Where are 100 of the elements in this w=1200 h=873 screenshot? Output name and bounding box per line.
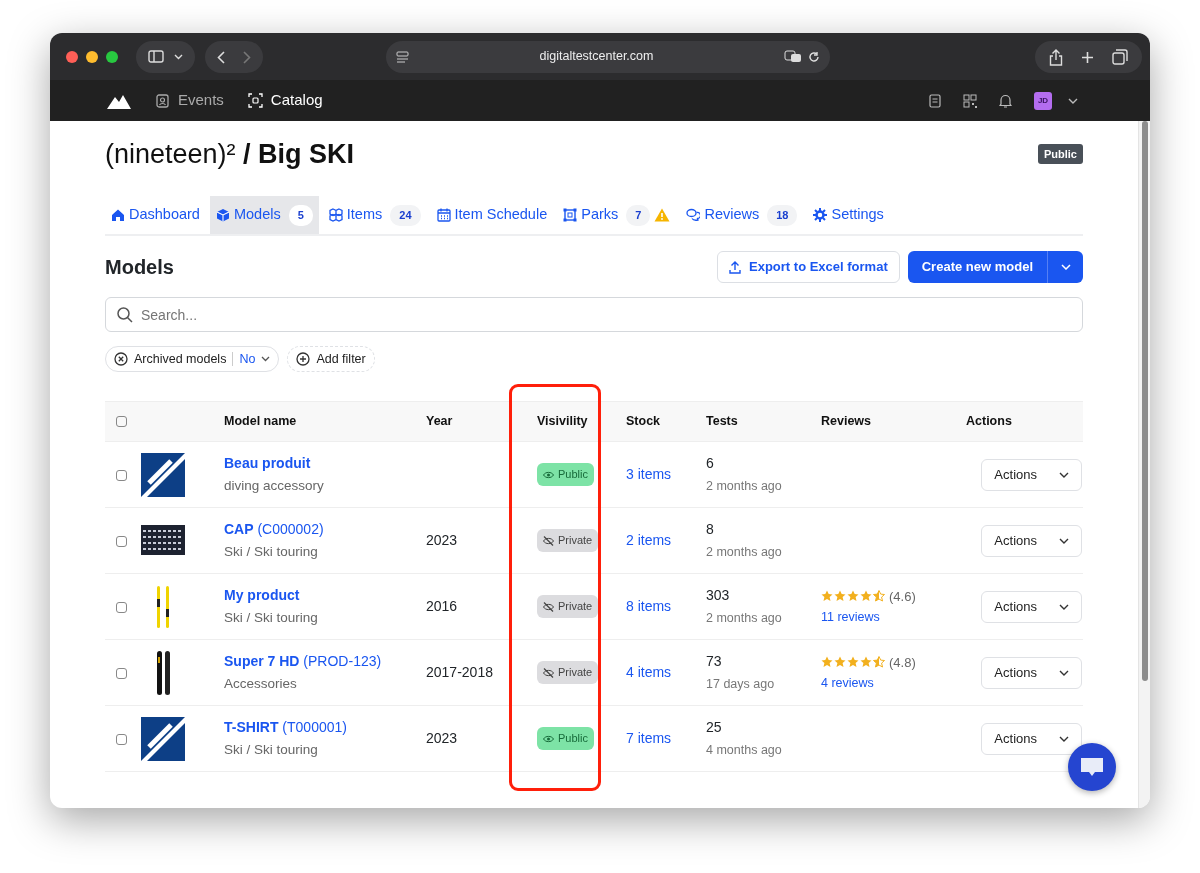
model-category: diving accessory: [224, 477, 325, 495]
actions-button[interactable]: Actions: [981, 722, 1082, 755]
column-header: Visivility: [537, 414, 588, 429]
nav-link[interactable]: Events: [155, 89, 224, 112]
tests-date: 4 months ago: [706, 742, 783, 760]
add-filter-button[interactable]: Add filter: [287, 346, 375, 373]
tests-date: 17 days ago: [706, 676, 776, 694]
close-icon: [114, 352, 128, 367]
window-control-button[interactable]: [66, 50, 78, 63]
sidebar-icon: [148, 50, 164, 63]
cubes-icon: [328, 208, 343, 223]
visibility-badge: Public: [537, 463, 594, 486]
nav-link[interactable]: Catalog: [247, 89, 323, 112]
section-title: Models: [105, 255, 174, 280]
eye-slash-icon: [543, 601, 554, 612]
row-checkbox[interactable]: [116, 469, 127, 481]
search-field[interactable]: Search...: [105, 297, 1083, 333]
model-link[interactable]: CAP: [224, 521, 254, 537]
chevron-down-icon: [1059, 669, 1069, 676]
scrollbar[interactable]: [1138, 121, 1150, 808]
stock-link[interactable]: 2 items: [626, 532, 672, 549]
rating-value: (4.6): [889, 587, 916, 606]
visibility-badge: Public: [1038, 143, 1083, 165]
tests-count: 6: [706, 454, 715, 474]
rating-value: (4.8): [889, 653, 916, 672]
model-link[interactable]: Beau produit: [224, 455, 311, 471]
visibility-badge: Private: [537, 529, 599, 552]
row-checkbox[interactable]: [116, 733, 127, 745]
visibility-badge: Private: [537, 661, 599, 684]
reviews-link[interactable]: 4 reviews: [821, 674, 945, 693]
tab[interactable]: Item Schedule: [430, 196, 554, 235]
window-control-button[interactable]: [106, 50, 118, 63]
plus-circle-icon: [296, 352, 311, 367]
chevron-down-icon: [1059, 603, 1069, 610]
chat-button[interactable]: [1068, 743, 1116, 791]
chevron-left-icon: [217, 50, 225, 64]
model-link[interactable]: T-SHIRT: [224, 719, 279, 735]
year-text: 2016: [426, 598, 458, 615]
actions-button[interactable]: Actions: [981, 458, 1082, 491]
count-badge: 24: [390, 205, 421, 226]
vector-square-icon: [563, 208, 578, 223]
account-menu[interactable]: JD: [1034, 91, 1078, 110]
row-checkbox[interactable]: [116, 535, 127, 547]
tests-date: 2 months ago: [706, 544, 783, 562]
actions-button[interactable]: Actions: [981, 656, 1082, 689]
share-icon: [1049, 48, 1063, 66]
chat-icon: [1079, 756, 1105, 778]
visibility-badge: Private: [537, 595, 599, 618]
year-text: 2017-2018: [426, 664, 493, 681]
count-badge: 5: [288, 205, 313, 226]
sidebar-toggle-button[interactable]: [136, 40, 195, 73]
eye-icon: [543, 470, 554, 479]
model-category: Ski / Ski touring: [224, 741, 319, 759]
eye-slash-icon: [543, 667, 554, 678]
stock-link[interactable]: 4 items: [626, 664, 672, 681]
address-bar[interactable]: digitaltestcenter.com: [386, 40, 830, 73]
stock-link[interactable]: 7 items: [626, 730, 672, 747]
model-link[interactable]: My product: [224, 587, 300, 603]
chevron-down-icon: [1059, 735, 1069, 742]
tests-count: 303: [706, 586, 731, 606]
visibility-badge: Public: [537, 727, 594, 750]
stock-link[interactable]: 8 items: [626, 598, 672, 615]
chevron-down-icon: [261, 356, 271, 363]
tabs-icon: [1112, 49, 1128, 66]
actions-button[interactable]: Actions: [981, 524, 1082, 557]
avatar: JD: [1034, 91, 1052, 110]
qr-code-icon: [963, 94, 977, 109]
reviews-link[interactable]: 11 reviews: [821, 608, 945, 627]
column-header: Actions: [966, 414, 1012, 429]
column-header: Year: [426, 414, 453, 429]
tab[interactable]: Dashboard: [105, 196, 206, 235]
chevron-down-icon: [1059, 471, 1069, 478]
person-badge-icon: [155, 93, 170, 108]
tab[interactable]: Reviews 18: [680, 196, 804, 235]
actions-button[interactable]: Actions: [981, 590, 1082, 623]
model-category: Accessories: [224, 675, 298, 693]
window-control-button[interactable]: [86, 50, 98, 63]
dropdown-toggle-button[interactable]: [1047, 251, 1083, 284]
row-checkbox[interactable]: [116, 601, 127, 613]
tab[interactable]: Settings: [807, 196, 890, 235]
tests-count: 8: [706, 520, 715, 540]
select-all-checkbox[interactable]: [116, 416, 127, 428]
model-link[interactable]: Super 7 HD: [224, 653, 300, 669]
create-button[interactable]: Create new model: [907, 251, 1047, 284]
tab[interactable]: Items 24: [322, 196, 427, 235]
plus-icon: [1081, 50, 1094, 64]
export-button[interactable]: Export to Excel format: [717, 251, 900, 284]
row-checkbox[interactable]: [116, 667, 127, 679]
column-header: Stock: [626, 414, 661, 429]
url-text: digitaltestcenter.com: [538, 48, 655, 66]
page-menu-icon: [396, 50, 409, 63]
tab[interactable]: Models 5: [209, 196, 319, 235]
chevron-right-icon: [243, 50, 251, 64]
count-badge: 18: [767, 205, 798, 226]
tab[interactable]: Parks 7: [557, 196, 677, 235]
calendar-icon: [436, 208, 451, 223]
stock-link[interactable]: 3 items: [626, 466, 672, 483]
model-code: (C000002): [257, 521, 324, 537]
eye-icon: [543, 734, 554, 743]
tests-date: 2 months ago: [706, 478, 783, 496]
